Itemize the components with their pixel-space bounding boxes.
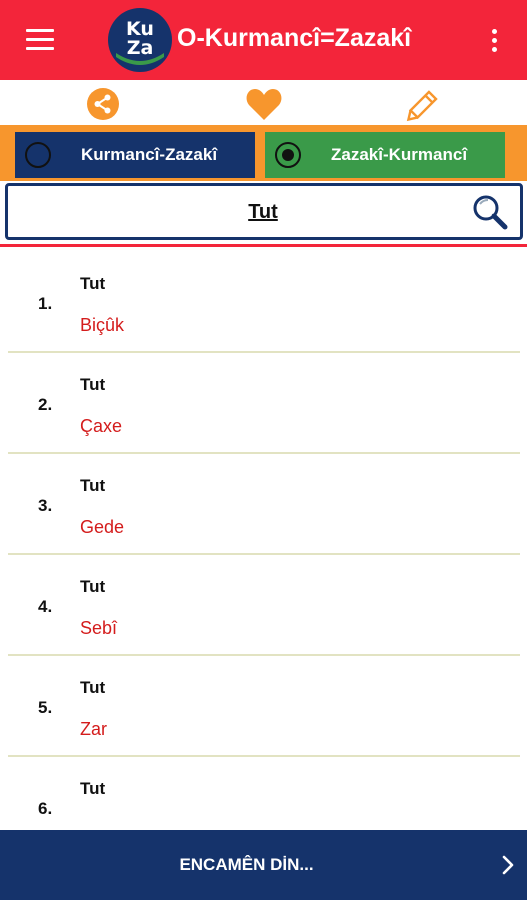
item-number: 4.: [38, 597, 53, 616]
list-item[interactable]: 6. Tut: [0, 757, 527, 830]
direction-zazaki-kurmanci[interactable]: Zazakî-Kurmancî: [265, 132, 505, 178]
direction-left-label: Kurmancî-Zazakî: [81, 145, 218, 164]
list-item[interactable]: 2. Tut Çaxe: [0, 353, 527, 454]
logo-text-bottom: Za: [127, 37, 154, 59]
app-logo: Ku Za: [108, 8, 172, 72]
search-icon[interactable]: [471, 194, 509, 230]
list-item[interactable]: 3. Tut Gede: [0, 454, 527, 555]
item-number: 3.: [38, 496, 53, 515]
heart-icon[interactable]: [244, 87, 284, 121]
translation-word: Biçûk: [80, 315, 125, 335]
translation-word: Gede: [80, 517, 125, 537]
list-item[interactable]: 1. Tut Biçûk: [0, 252, 527, 353]
search-input[interactable]: [68, 196, 458, 228]
translation-word: Çaxe: [80, 416, 123, 436]
translation-word: Zar: [80, 719, 107, 739]
source-word: Tut: [80, 375, 106, 394]
action-row: [0, 80, 527, 125]
pencil-icon[interactable]: [404, 87, 444, 122]
direction-right-label: Zazakî-Kurmancî: [331, 145, 468, 164]
radio-unchecked-icon[interactable]: [25, 142, 51, 168]
more-results-label: ENCAMÊN DİN...: [179, 855, 314, 874]
direction-switch: Kurmancî-Zazakî Zazakî-Kurmancî: [0, 125, 527, 181]
share-icon[interactable]: [83, 87, 123, 121]
item-number: 6.: [38, 799, 53, 818]
list-item[interactable]: 5. Tut Zar: [0, 656, 527, 757]
radio-checked-icon[interactable]: [275, 142, 301, 168]
source-word: Tut: [80, 678, 106, 697]
direction-kurmanci-zazaki[interactable]: Kurmancî-Zazakî: [15, 132, 255, 178]
translation-word: Sebî: [80, 618, 118, 638]
menu-icon[interactable]: [24, 27, 58, 53]
list-item[interactable]: 4. Tut Sebî: [0, 555, 527, 656]
app-bar: Ku Za O-Kurmancî=Zazakî: [0, 0, 527, 80]
item-number: 2.: [38, 395, 53, 414]
chevron-right-icon: [502, 855, 514, 875]
overflow-menu-icon[interactable]: [483, 26, 505, 56]
item-number: 1.: [38, 294, 53, 313]
source-word: Tut: [80, 476, 106, 495]
results-list: 1. Tut Biçûk 2. Tut Çaxe 3. Tut Gede 4. …: [0, 252, 527, 830]
more-results-button[interactable]: ENCAMÊN DİN...: [0, 830, 527, 900]
app-title: O-Kurmancî=Zazakî: [177, 24, 412, 52]
search-divider: [0, 244, 527, 247]
source-word: Tut: [80, 577, 106, 596]
search-box: [5, 183, 523, 240]
source-word: Tut: [80, 274, 106, 293]
item-number: 5.: [38, 698, 53, 717]
source-word: Tut: [80, 779, 106, 798]
